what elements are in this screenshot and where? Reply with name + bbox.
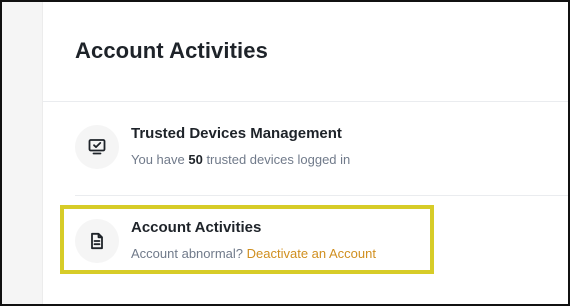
- account-abnormal-text: Account abnormal?: [131, 246, 247, 261]
- trusted-devices-description-prefix: You have: [131, 152, 189, 167]
- account-activities-description: Account abnormal? Deactivate an Account: [131, 246, 376, 261]
- account-activities-title: Account Activities: [131, 219, 262, 236]
- deactivate-account-link[interactable]: Deactivate an Account: [247, 246, 376, 261]
- panel-header: Account Activities: [43, 2, 568, 102]
- account-activities-panel: Account Activities Trusted Devices Manag…: [43, 2, 568, 304]
- document-icon: [75, 219, 119, 263]
- page-title: Account Activities: [75, 38, 268, 63]
- account-activities-row[interactable]: Account Activities Account abnormal? Dea…: [75, 211, 568, 271]
- trusted-devices-description-suffix: trusted devices logged in: [202, 152, 351, 167]
- monitor-check-icon: [75, 125, 119, 169]
- screenshot-frame: Account Activities Trusted Devices Manag…: [0, 0, 570, 306]
- trusted-devices-row[interactable]: Trusted Devices Management You have 50 t…: [75, 117, 568, 177]
- section-divider: [75, 195, 568, 196]
- trusted-devices-count: 50: [188, 152, 203, 167]
- left-sidebar: [2, 2, 43, 304]
- trusted-devices-description: You have 50 trusted devices logged in: [131, 152, 350, 167]
- trusted-devices-title: Trusted Devices Management: [131, 125, 342, 142]
